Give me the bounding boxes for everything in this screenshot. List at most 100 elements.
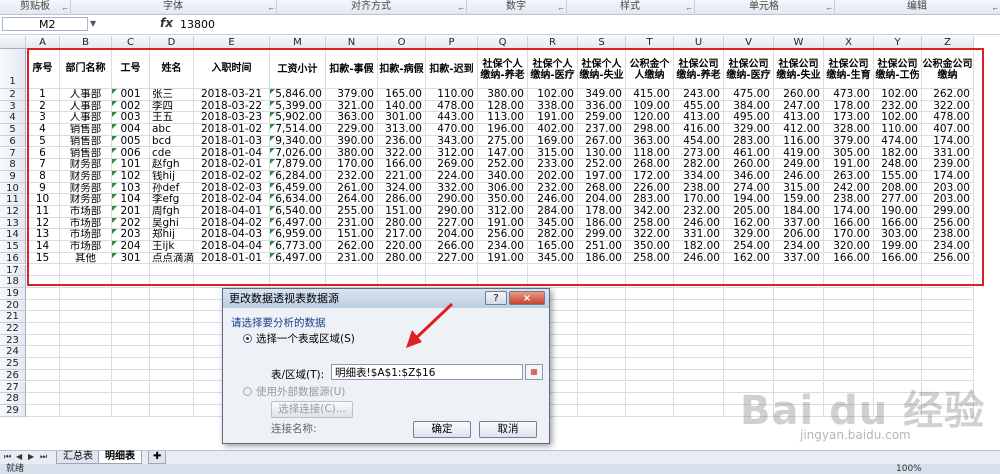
table-cell[interactable]: 7,514.00 [270, 124, 326, 136]
table-cell[interactable]: 166.00 [874, 217, 922, 230]
empty-cell[interactable] [426, 264, 478, 277]
table-cell[interactable]: 283.00 [626, 194, 674, 206]
table-cell[interactable]: 市场部 [60, 217, 112, 230]
empty-cell[interactable] [112, 323, 150, 335]
empty-cell[interactable] [112, 369, 150, 382]
table-cell[interactable]: 166.00 [824, 217, 874, 230]
option-external-label[interactable]: 使用外部数据源(U) [256, 384, 345, 399]
empty-cell[interactable] [626, 334, 674, 347]
empty-cell[interactable] [150, 381, 194, 394]
table-cell[interactable]: 329.00 [724, 124, 774, 136]
range-input[interactable]: 明细表!$A$1:$Z$16 [331, 364, 523, 380]
table-cell[interactable]: 345.00 [528, 217, 578, 230]
table-cell[interactable]: 203.00 [922, 182, 974, 195]
column-header[interactable]: C [112, 36, 150, 49]
table-cell[interactable]: 413.00 [674, 112, 724, 125]
table-cell[interactable]: 234.00 [478, 241, 528, 253]
empty-cell[interactable] [326, 264, 378, 277]
empty-cell[interactable] [26, 393, 60, 405]
table-cell[interactable]: 003 [112, 112, 150, 125]
table-cell[interactable]: 286.00 [378, 194, 426, 206]
table-cell[interactable]: 182.00 [874, 147, 922, 160]
empty-cell[interactable] [626, 276, 674, 288]
empty-cell[interactable] [922, 334, 974, 347]
table-cell[interactable]: 283.00 [724, 135, 774, 148]
table-cell[interactable]: 201 [112, 206, 150, 218]
table-cell[interactable]: 人事部 [60, 100, 112, 113]
table-cell[interactable]: 227.00 [426, 252, 478, 265]
table-cell[interactable]: 258.00 [626, 217, 674, 230]
empty-cell[interactable] [626, 299, 674, 312]
empty-cell[interactable] [724, 346, 774, 359]
table-cell[interactable]: 王五 [150, 112, 194, 125]
empty-cell[interactable] [674, 381, 724, 394]
table-cell[interactable]: 203 [112, 229, 150, 242]
help-button[interactable]: ? [485, 291, 507, 305]
empty-cell[interactable] [774, 276, 824, 288]
header-cell[interactable]: 工资小计 [270, 49, 326, 89]
table-cell[interactable]: 116.00 [774, 135, 824, 148]
empty-cell[interactable] [150, 264, 194, 277]
table-cell[interactable]: 202 [112, 217, 150, 230]
empty-cell[interactable] [26, 311, 60, 323]
row-header[interactable]: 17 [0, 264, 26, 277]
row-header[interactable]: 24 [0, 346, 26, 359]
table-cell[interactable]: 475.00 [724, 89, 774, 101]
table-cell[interactable]: 248.00 [874, 159, 922, 171]
empty-cell[interactable] [922, 358, 974, 370]
tab-detail[interactable]: 明细表 [98, 451, 142, 464]
header-cell[interactable]: 社保公司缴纳-失业 [774, 49, 824, 89]
table-cell[interactable]: 赵fgh [150, 159, 194, 171]
table-cell[interactable]: 170.00 [326, 159, 378, 171]
table-cell[interactable]: 104 [112, 194, 150, 206]
empty-cell[interactable] [874, 358, 922, 370]
table-cell[interactable]: 321.00 [326, 100, 378, 113]
empty-cell[interactable] [824, 276, 874, 288]
table-cell[interactable]: 239.00 [922, 159, 974, 171]
table-cell[interactable]: 128.00 [478, 100, 528, 113]
table-cell[interactable]: 419.00 [774, 147, 824, 160]
empty-cell[interactable] [26, 381, 60, 394]
empty-cell[interactable] [824, 358, 874, 370]
table-cell[interactable]: 6,540.00 [270, 206, 326, 218]
table-cell[interactable]: 229.00 [326, 124, 378, 136]
table-cell[interactable]: 市场部 [60, 206, 112, 218]
table-cell[interactable]: 380.00 [478, 89, 528, 101]
empty-cell[interactable] [60, 287, 112, 300]
empty-cell[interactable] [922, 323, 974, 335]
table-cell[interactable]: 282.00 [528, 229, 578, 242]
table-cell[interactable]: 147.00 [478, 147, 528, 160]
table-cell[interactable]: 470.00 [426, 124, 478, 136]
table-cell[interactable]: 102.00 [874, 89, 922, 101]
group-launcher-icon[interactable]: ⌐ [458, 2, 464, 16]
empty-cell[interactable] [150, 299, 194, 312]
option-table-range-label[interactable]: 选择一个表或区域(S) [256, 331, 355, 346]
empty-cell[interactable] [578, 346, 626, 359]
last-sheet-icon[interactable]: ⏭ [40, 452, 47, 462]
choose-connection-button[interactable]: 选择连接(C)... [271, 401, 353, 418]
table-cell[interactable]: 102 [112, 170, 150, 183]
empty-cell[interactable] [26, 358, 60, 370]
table-cell[interactable]: 6,959.00 [270, 229, 326, 242]
empty-cell[interactable] [112, 311, 150, 323]
row-header[interactable]: 18 [0, 276, 26, 288]
table-cell[interactable]: 313.00 [378, 124, 426, 136]
empty-cell[interactable] [626, 404, 674, 417]
table-cell[interactable]: 238.00 [674, 182, 724, 195]
column-header[interactable]: B [60, 36, 112, 49]
table-cell[interactable]: 财务部 [60, 194, 112, 206]
table-cell[interactable]: 322.00 [922, 100, 974, 113]
table-cell[interactable]: 7 [26, 159, 60, 171]
empty-cell[interactable] [112, 404, 150, 417]
table-cell[interactable]: 190.00 [874, 206, 922, 218]
table-cell[interactable]: 260.00 [724, 159, 774, 171]
table-cell[interactable]: 162.00 [724, 217, 774, 230]
empty-cell[interactable] [724, 323, 774, 335]
row-header[interactable]: 15 [0, 241, 26, 253]
table-cell[interactable]: 205.00 [724, 206, 774, 218]
table-cell[interactable]: 298.00 [626, 124, 674, 136]
table-cell[interactable]: 5,399.00 [270, 100, 326, 113]
table-cell[interactable]: 280.00 [378, 252, 426, 265]
row-header[interactable]: 9 [0, 170, 26, 183]
table-cell[interactable]: 234.00 [922, 241, 974, 253]
